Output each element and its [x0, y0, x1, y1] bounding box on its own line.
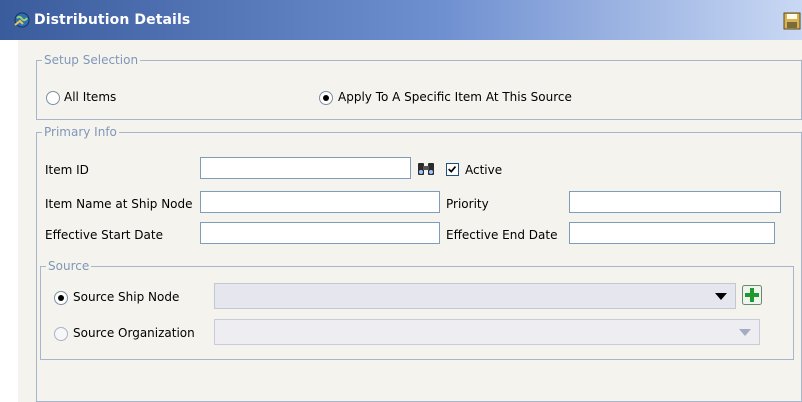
priority-input[interactable]	[569, 191, 781, 213]
active-checkbox[interactable]	[446, 163, 459, 176]
item-id-input[interactable]	[200, 157, 411, 179]
setup-selection-legend: Setup Selection	[42, 53, 141, 67]
effective-start-date-label: Effective Start Date	[45, 228, 163, 242]
main-panel: Setup Selection All Items Apply To A Spe…	[18, 40, 802, 402]
item-name-at-ship-node-label: Item Name at Ship Node	[45, 197, 193, 211]
effective-end-date-label: Effective End Date	[446, 228, 558, 242]
source-group	[40, 266, 794, 360]
chevron-down-icon	[739, 329, 751, 336]
add-icon[interactable]	[742, 285, 762, 305]
active-label: Active	[465, 163, 503, 177]
item-lookup-binoculars-icon[interactable]	[416, 159, 436, 179]
effective-end-date-input[interactable]	[569, 222, 775, 244]
all-items-radio[interactable]	[46, 91, 60, 105]
effective-start-date-input[interactable]	[200, 222, 440, 244]
save-icon[interactable]	[783, 12, 801, 30]
item-name-at-ship-node-input[interactable]	[200, 191, 440, 213]
apply-specific-item-radio[interactable]	[319, 91, 333, 105]
source-legend: Source	[46, 259, 92, 273]
apply-specific-item-label: Apply To A Specific Item At This Source	[338, 90, 572, 104]
item-id-label: Item ID	[45, 163, 89, 177]
primary-info-legend: Primary Info	[42, 125, 119, 139]
chevron-down-icon	[715, 293, 727, 300]
title-bar: Distribution Details	[0, 0, 802, 40]
source-organization-label: Source Organization	[73, 326, 195, 340]
source-ship-node-radio[interactable]	[54, 291, 68, 305]
window-title: Distribution Details	[34, 12, 191, 28]
source-organization-dropdown[interactable]	[214, 319, 760, 345]
distribution-globe-icon	[14, 12, 30, 28]
source-ship-node-label: Source Ship Node	[73, 290, 180, 304]
source-organization-radio[interactable]	[54, 327, 68, 341]
checkmark-icon	[448, 165, 457, 173]
priority-label: Priority	[446, 197, 489, 211]
source-ship-node-dropdown[interactable]	[214, 283, 736, 309]
all-items-label: All Items	[64, 90, 117, 104]
